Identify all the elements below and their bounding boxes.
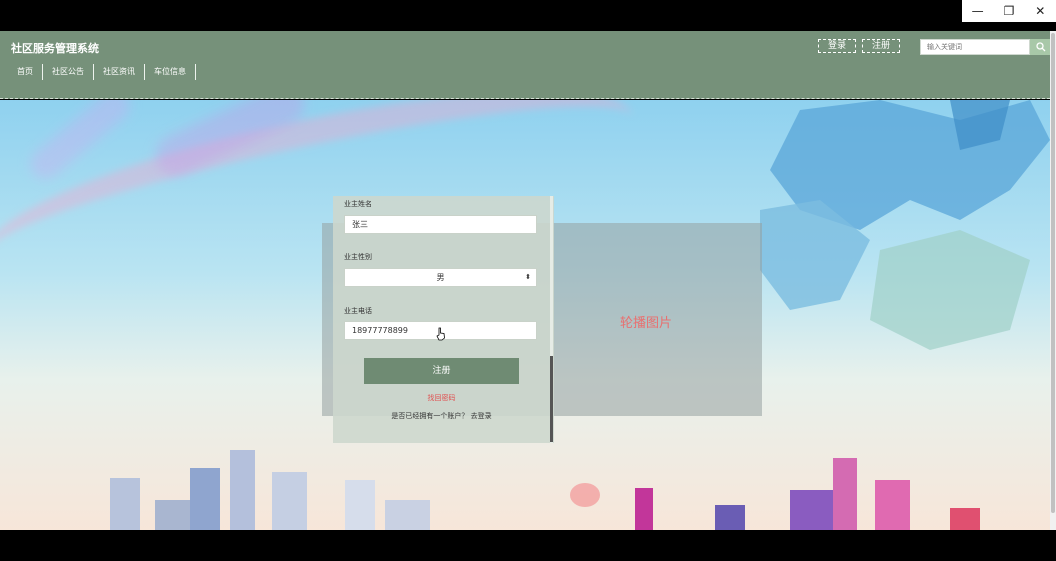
header: 社区服务管理系统 登录 注册 首页 社区公告 社区资讯 车位信息	[0, 31, 1052, 99]
nav-item-news[interactable]: 社区资讯	[94, 64, 145, 80]
brand-title: 社区服务管理系统	[11, 42, 99, 55]
search-button[interactable]	[1030, 39, 1052, 55]
hand-pointer-icon	[436, 327, 445, 341]
maximize-button[interactable]: ❐	[999, 1, 1019, 21]
nav-item-announcements[interactable]: 社区公告	[43, 64, 94, 80]
form-scrollbar[interactable]	[550, 196, 553, 443]
owner-name-field[interactable]: 张三	[344, 215, 537, 234]
register-button[interactable]: 注册	[862, 39, 901, 53]
owner-phone-label: 业主电话	[344, 307, 372, 315]
owner-name-label: 业主姓名	[344, 200, 372, 208]
app: 社区服务管理系统 登录 注册 首页 社区公告 社区资讯 车位信息	[0, 31, 1056, 530]
owner-gender-label: 业主性别	[344, 253, 372, 261]
polygon-cloud-decoration	[760, 100, 1050, 350]
window-controls: — ❐ ✕	[962, 0, 1056, 22]
nav-item-parking[interactable]: 车位信息	[145, 64, 196, 80]
auth-buttons: 登录 注册	[818, 39, 901, 53]
forgot-password-link[interactable]: 找回密码	[333, 393, 550, 403]
screen: — ❐ ✕ 社区服务管理系统 登录 注册 首页 社区公告	[0, 0, 1056, 561]
main-nav: 首页 社区公告 社区资讯 车位信息	[8, 64, 196, 80]
search-box	[920, 39, 1052, 55]
owner-gender-select[interactable]: 男 ⬍	[344, 268, 537, 287]
search-input[interactable]	[920, 39, 1030, 55]
page-scroll-thumb[interactable]	[1051, 33, 1055, 513]
search-icon	[1036, 42, 1046, 52]
chevron-updown-icon: ⬍	[525, 273, 531, 281]
background-illustration: 轮播图片 业主姓名 张三 业主性别 男 ⬍ 业主电话 18977778899 注…	[0, 100, 1050, 530]
owner-gender-value: 男	[436, 273, 445, 282]
slideshow-caption: 轮播图片	[620, 316, 673, 331]
form-scroll-thumb[interactable]	[550, 356, 553, 442]
submit-register-button[interactable]: 注册	[364, 358, 519, 384]
page-scrollbar[interactable]	[1050, 31, 1056, 530]
minimize-button[interactable]: —	[968, 1, 988, 21]
close-button[interactable]: ✕	[1030, 1, 1050, 21]
go-login-link[interactable]: 是否已经拥有一个账户？ 去登录	[333, 411, 550, 421]
login-button[interactable]: 登录	[818, 39, 857, 53]
register-form: 业主姓名 张三 业主性别 男 ⬍ 业主电话 18977778899 注册 找回密…	[333, 196, 554, 443]
city-skyline	[110, 450, 980, 530]
nav-item-home[interactable]: 首页	[8, 64, 43, 80]
